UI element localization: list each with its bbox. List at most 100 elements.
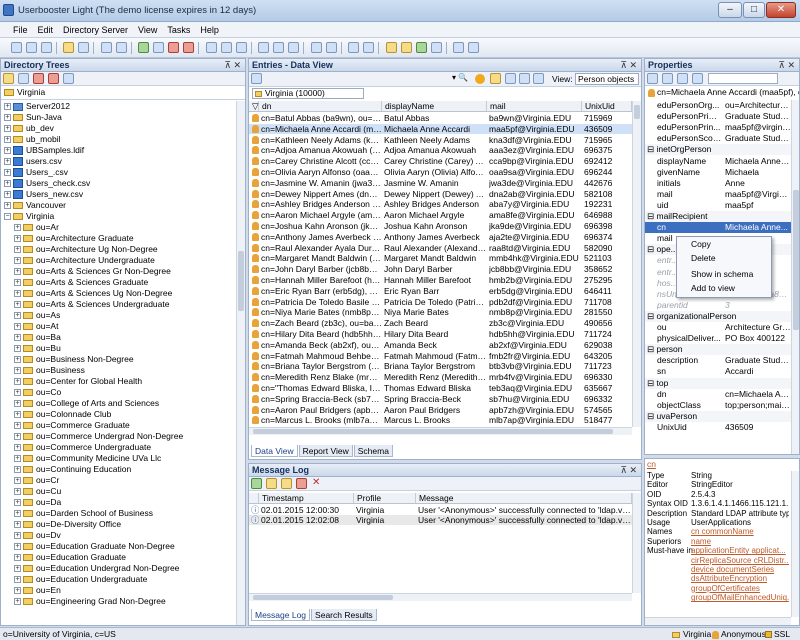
property-category[interactable]: ⊟ uvaPerson xyxy=(645,410,791,422)
layout-icon[interactable] xyxy=(453,42,465,53)
tree-item[interactable]: + ou=Education Undergrad Non-Degree xyxy=(14,563,179,574)
expand-icon[interactable]: + xyxy=(14,268,21,276)
expand-icon[interactable]: + xyxy=(14,598,21,606)
context-delete[interactable]: Delete xyxy=(677,251,771,265)
table-row[interactable]: cn=Meredith Renz Blake (mrb4fv... Meredit… xyxy=(249,372,632,382)
log-all-icon[interactable] xyxy=(251,478,262,489)
schema-link[interactable]: groupOfCertificates xyxy=(691,584,789,593)
property-row[interactable]: displayName Michaela Anne Ac... xyxy=(645,156,791,167)
property-row[interactable]: eduPersonOrg... ou=Architecture G... xyxy=(645,100,791,111)
view-select[interactable]: Person objects xyxy=(575,73,639,85)
sort-az-icon[interactable] xyxy=(662,73,673,84)
tree-item[interactable]: + Users_.csv xyxy=(4,167,68,178)
table-row[interactable]: cn=Fatmah Mahmoud Behbehan... Fatmah Mahm… xyxy=(249,351,632,361)
property-row[interactable]: description Graduate Student xyxy=(645,355,791,366)
menu-view[interactable]: View xyxy=(133,22,162,38)
schema-scrollbar-horizontal[interactable] xyxy=(645,617,791,625)
table-row[interactable]: cn=Eric Ryan Barr (erb5dg), ou=b...Eric … xyxy=(249,286,632,296)
expand-icon[interactable]: + xyxy=(14,367,21,375)
property-row[interactable]: uid maa5pf xyxy=(645,200,791,211)
maximize-button[interactable]: □ xyxy=(743,2,765,18)
table-row[interactable]: cn=Batul Abbas (ba9wn), ou=aar... Batul A… xyxy=(249,113,632,123)
context-add-to-view[interactable]: Add to view xyxy=(677,281,771,295)
expand-icon[interactable]: + xyxy=(14,235,21,243)
property-row[interactable]: eduPersonPrim... Graduate Student xyxy=(645,111,791,122)
log-header-profile[interactable]: Profile xyxy=(354,493,416,504)
delete-entry-icon[interactable] xyxy=(168,42,180,53)
tree-add-icon[interactable] xyxy=(3,73,14,84)
property-row[interactable]: eduPersonScop...Graduate Student... xyxy=(645,133,791,144)
tree-item[interactable]: + ou=Cr xyxy=(14,475,59,486)
tree-item[interactable]: + ou=Colonnade Club xyxy=(14,409,111,420)
property-row[interactable]: dn cn=Michaela Anne... xyxy=(645,389,791,400)
schema-link[interactable]: dsAttributeEncryption xyxy=(691,574,789,583)
tree-scrollbar[interactable] xyxy=(236,101,245,625)
tree-item[interactable]: − Virginia xyxy=(4,211,54,222)
expand-icon[interactable]: + xyxy=(14,257,21,265)
schema-link[interactable]: device documentSeries xyxy=(691,565,789,574)
expand-icon[interactable]: + xyxy=(4,147,11,155)
table-row[interactable]: cn=Joshua Kahn Aronson (jka9de...Joshua … xyxy=(249,221,632,231)
tree-item[interactable]: + users.csv xyxy=(4,156,62,167)
tree-item[interactable]: + ou=At xyxy=(14,321,58,332)
expand-icon[interactable]: + xyxy=(14,356,21,364)
grid-header-unixuid[interactable]: UnixUid xyxy=(582,101,632,112)
undo-icon[interactable] xyxy=(310,42,322,53)
paste-icon[interactable] xyxy=(40,42,52,53)
new-entry-icon[interactable] xyxy=(138,42,150,53)
table-row[interactable]: cn=Hilary Dita Beard (hdb5hh), o... Hilar… xyxy=(249,329,632,339)
property-category[interactable]: ⊟ mailRecipient xyxy=(645,211,791,222)
tree-item[interactable]: + ou=Commerce Undergrad Non-Degree xyxy=(14,431,183,442)
property-category[interactable]: ⊟ person xyxy=(645,344,791,356)
menu-directory-server[interactable]: Directory Server xyxy=(58,22,133,38)
print-icon[interactable] xyxy=(100,42,112,53)
expand-icon[interactable]: + xyxy=(14,422,21,430)
copy-icon[interactable] xyxy=(25,42,37,53)
table-row[interactable]: cn=Carey Christine Alcott (cca9b... Carey… xyxy=(249,156,632,166)
table-row[interactable]: cn=Aaron Michael Argyle (ama8f... Aaron M… xyxy=(249,210,632,220)
pin-close-icon[interactable]: ⊼ ✕ xyxy=(620,59,637,71)
tree-item[interactable]: + ou=En xyxy=(14,585,61,596)
log-clear-icon[interactable]: ✕ xyxy=(312,477,320,488)
expand-icon[interactable]: + xyxy=(14,312,21,320)
tree-item[interactable]: + ou=Architecture Ug Non-Degree xyxy=(14,244,158,255)
property-row[interactable]: physicalDeliver... PO Box 400122 xyxy=(645,333,791,344)
tree-view[interactable]: + Server2012 + Sun-Java + ub_dev + ub_mobil + UBS… xyxy=(1,101,235,625)
property-row[interactable]: cn Michaela Anne... xyxy=(645,222,791,234)
expand-icon[interactable]: + xyxy=(14,532,21,540)
grid-header-dn[interactable]: dn xyxy=(259,101,382,112)
pin-close-icon[interactable]: ⊼ ✕ xyxy=(778,59,795,71)
tree-refresh-icon[interactable] xyxy=(18,73,29,84)
expand-icon[interactable]: + xyxy=(4,103,11,111)
export-icon[interactable] xyxy=(220,42,232,53)
property-row[interactable]: givenName Michaela xyxy=(645,167,791,178)
property-row[interactable]: objectClass top;person;mailRe... xyxy=(645,400,791,411)
table-row[interactable]: cn=Patricia De Toledo Basile (pd... Patri… xyxy=(249,297,632,307)
cut-icon[interactable] xyxy=(10,42,22,53)
expand-icon[interactable]: + xyxy=(4,125,11,133)
table-row[interactable]: cn=John Daryl Barber (jcb8bb), o... John … xyxy=(249,264,632,274)
tab-data-view[interactable]: Data View xyxy=(251,445,298,457)
tree-item[interactable]: + ou=Architecture Undergraduate xyxy=(14,255,155,266)
tab-schema[interactable]: Schema xyxy=(353,445,393,457)
close-button[interactable]: ✕ xyxy=(766,2,796,18)
properties-options-icon[interactable] xyxy=(677,73,688,84)
warning-icon[interactable] xyxy=(475,74,485,84)
expand-icon[interactable]: + xyxy=(14,565,21,573)
table-row[interactable]: cn=Jasmine W. Amanin (jwa3de),... Jasmine… xyxy=(249,178,632,188)
schema-link[interactable]: cn commonName xyxy=(691,527,789,536)
pin-close-icon[interactable]: ⊼ ✕ xyxy=(224,59,241,71)
schema-link[interactable]: groupOfMailEnhancedUniq... xyxy=(691,593,789,602)
property-category[interactable]: ⊟ inetOrgPerson xyxy=(645,144,791,156)
expand-icon[interactable]: + xyxy=(14,444,21,452)
log-warning-icon[interactable] xyxy=(281,478,292,489)
tree-item[interactable]: + ub_mobil xyxy=(4,134,61,145)
pin-close-icon[interactable]: ⊼ ✕ xyxy=(620,464,637,476)
tree-item[interactable]: + ou=Business xyxy=(14,365,85,376)
tree-item[interactable]: + UBSamples.ldif xyxy=(4,145,84,156)
menu-file[interactable]: File xyxy=(8,22,33,38)
tree-item[interactable]: + ou=College of Arts and Sciences xyxy=(14,398,159,409)
tree-item[interactable]: + ou=Continuing Education xyxy=(14,464,131,475)
tree-item[interactable]: + ou=As xyxy=(14,310,60,321)
expand-icon[interactable]: + xyxy=(14,543,21,551)
